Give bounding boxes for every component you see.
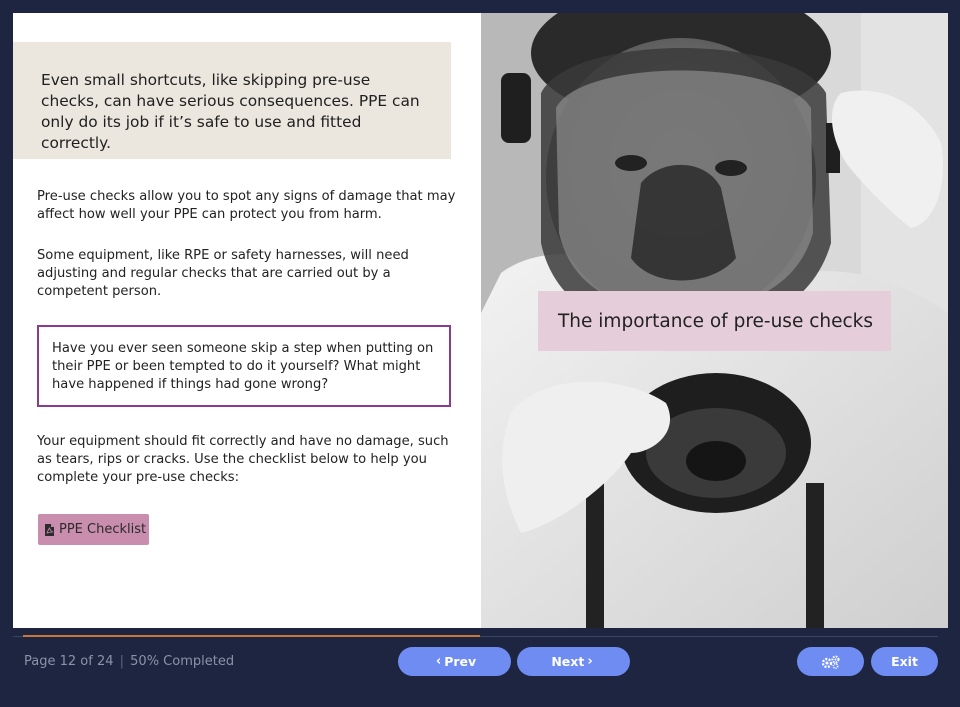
paragraph-equipment: Some equipment, like RPE or safety harne…: [37, 248, 409, 299]
prev-label: Prev: [444, 654, 477, 669]
ppe-checklist-button[interactable]: PPE Checklist: [38, 514, 149, 545]
slide-title-card: The importance of pre-use checks: [538, 291, 891, 351]
chevron-right-icon: ›: [587, 654, 593, 669]
gears-icon: [821, 655, 839, 669]
next-button[interactable]: Next ›: [517, 647, 630, 676]
file-pdf-icon: [45, 523, 54, 536]
exit-button[interactable]: Exit: [871, 647, 938, 676]
chevron-left-icon: ‹: [435, 654, 442, 669]
text-panel: Even small shortcuts, like skipping pre-…: [13, 13, 481, 628]
paragraph-pre-use-checks: Pre-use checks allow you to spot any sig…: [37, 189, 456, 222]
status-separator: |: [119, 654, 125, 669]
reflection-question-box: Have you ever seen someone skip a step w…: [37, 325, 451, 407]
next-label: Next: [551, 654, 585, 669]
ppe-checklist-label: PPE Checklist: [59, 522, 147, 537]
settings-button[interactable]: [797, 647, 864, 676]
intro-callout: Even small shortcuts, like skipping pre-…: [13, 42, 451, 159]
slide-stage: Even small shortcuts, like skipping pre-…: [13, 13, 948, 628]
completion-percent: 50% Completed: [130, 654, 235, 669]
prev-button[interactable]: ‹ Prev: [398, 647, 511, 676]
progress-fill: [23, 635, 480, 637]
page-counter: Page 12 of 24: [24, 654, 114, 669]
paragraph-checklist-intro: Your equipment should fit correctly and …: [37, 434, 449, 485]
progress-status: Page 12 of 24 | 50% Completed: [24, 654, 234, 669]
